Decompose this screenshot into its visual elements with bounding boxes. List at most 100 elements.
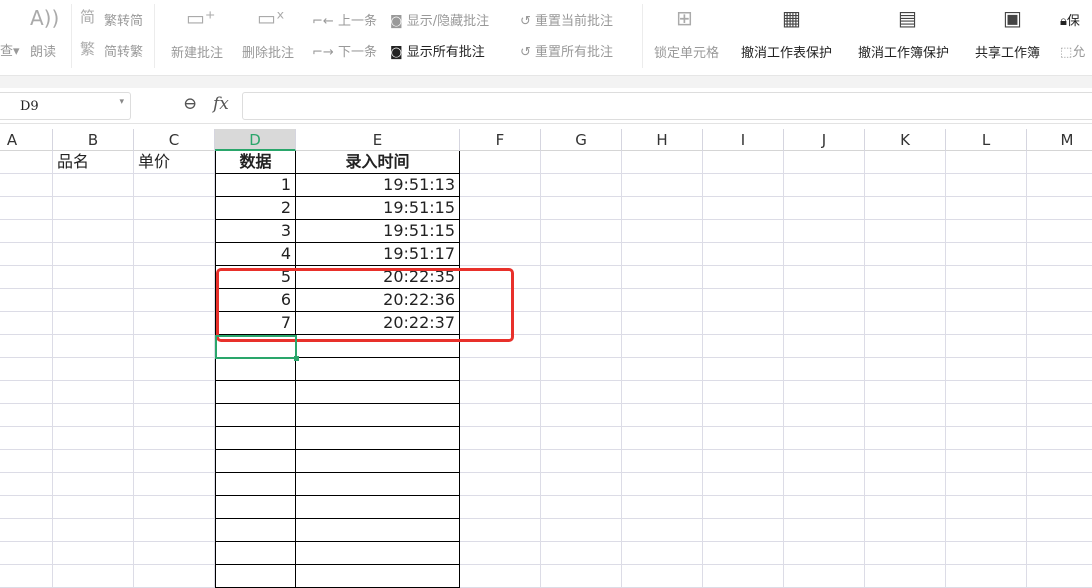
table-cell[interactable] [1027,266,1092,289]
table-cell[interactable] [215,427,296,450]
table-cell[interactable] [53,220,134,243]
name-box[interactable]: D9 ▾ [0,92,131,120]
table-cell[interactable] [865,243,946,266]
trad-to-simp-button[interactable]: 繁转简 [104,10,143,29]
table-cell[interactable] [865,220,946,243]
table-cell[interactable] [946,519,1027,542]
column-header-l[interactable]: L [946,129,1027,151]
table-cell[interactable] [622,220,703,243]
table-cell[interactable] [946,289,1027,312]
show-hide-comment-button[interactable]: ◙ 显示/隐藏批注 [390,10,489,29]
header-cell[interactable]: 单价 [134,151,215,174]
table-cell[interactable] [1027,473,1092,496]
table-cell[interactable] [460,381,541,404]
table-cell[interactable] [784,565,865,588]
table-cell[interactable] [134,174,215,197]
table-cell[interactable] [1027,381,1092,404]
table-cell[interactable] [0,542,53,565]
header-cell[interactable] [460,151,541,174]
table-cell[interactable] [541,197,622,220]
table-cell[interactable] [622,197,703,220]
table-cell[interactable] [0,427,53,450]
table-cell[interactable] [703,381,784,404]
table-cell[interactable] [865,312,946,335]
header-cell[interactable] [703,151,784,174]
table-cell[interactable] [622,335,703,358]
delete-comment-button[interactable]: 删除批注 [242,42,294,61]
table-cell[interactable] [460,450,541,473]
table-cell[interactable]: 19:51:13 [296,174,460,197]
header-cell[interactable]: 品名 [53,151,134,174]
table-cell[interactable] [215,542,296,565]
table-cell[interactable] [784,496,865,519]
share-workbook-button[interactable]: 共享工作簿 [975,42,1040,61]
table-cell[interactable] [946,496,1027,519]
column-header-j[interactable]: J [784,129,865,151]
table-cell[interactable] [622,519,703,542]
table-cell[interactable] [53,289,134,312]
table-cell[interactable] [1027,312,1092,335]
table-cell[interactable] [215,358,296,381]
table-cell[interactable] [53,542,134,565]
column-header-k[interactable]: K [865,129,946,151]
simp-to-trad-button[interactable]: 简转繁 [104,41,143,60]
table-cell[interactable] [865,174,946,197]
table-cell[interactable]: 19:51:15 [296,197,460,220]
table-cell[interactable] [53,565,134,588]
table-cell[interactable] [0,220,53,243]
table-cell[interactable] [134,358,215,381]
selected-cell-d9[interactable] [215,335,299,361]
table-cell[interactable] [622,427,703,450]
table-cell[interactable] [784,358,865,381]
table-cell[interactable] [0,473,53,496]
table-cell[interactable] [134,243,215,266]
fx-icon[interactable]: fx [213,94,229,114]
table-cell[interactable] [622,174,703,197]
table-cell[interactable]: 4 [215,243,296,266]
table-cell[interactable]: 3 [215,220,296,243]
table-cell[interactable] [1027,450,1092,473]
table-cell[interactable] [622,243,703,266]
table-cell[interactable] [865,450,946,473]
table-cell[interactable] [865,496,946,519]
table-cell[interactable] [296,496,460,519]
table-cell[interactable] [784,381,865,404]
table-cell[interactable] [541,519,622,542]
table-cell[interactable] [460,243,541,266]
table-cell[interactable] [296,427,460,450]
table-cell[interactable] [703,542,784,565]
table-cell[interactable] [215,519,296,542]
table-cell[interactable] [1027,174,1092,197]
table-cell[interactable] [460,427,541,450]
table-cell[interactable] [541,404,622,427]
table-cell[interactable] [296,358,460,381]
table-cell[interactable] [784,289,865,312]
table-cell[interactable] [460,358,541,381]
protect-button[interactable]: 🔒︎保 [1060,10,1080,29]
table-cell[interactable] [296,381,460,404]
show-all-comments-button[interactable]: ◙ 显示所有批注 [390,41,485,60]
table-cell[interactable] [622,404,703,427]
table-cell[interactable] [946,473,1027,496]
table-cell[interactable] [784,174,865,197]
table-cell[interactable] [53,404,134,427]
table-cell[interactable] [622,289,703,312]
header-cell[interactable] [946,151,1027,174]
table-cell[interactable] [53,243,134,266]
table-cell[interactable] [296,473,460,496]
table-cell[interactable] [541,565,622,588]
table-cell[interactable] [296,542,460,565]
table-cell[interactable] [865,358,946,381]
table-cell[interactable] [703,565,784,588]
table-cell[interactable] [703,197,784,220]
table-cell[interactable] [1027,197,1092,220]
column-header-d[interactable]: D [215,129,296,151]
table-cell[interactable] [541,450,622,473]
table-cell[interactable] [703,220,784,243]
table-cell[interactable] [946,220,1027,243]
table-cell[interactable] [1027,427,1092,450]
table-cell[interactable] [215,381,296,404]
header-cell[interactable] [865,151,946,174]
table-cell[interactable] [0,335,53,358]
table-cell[interactable] [296,519,460,542]
